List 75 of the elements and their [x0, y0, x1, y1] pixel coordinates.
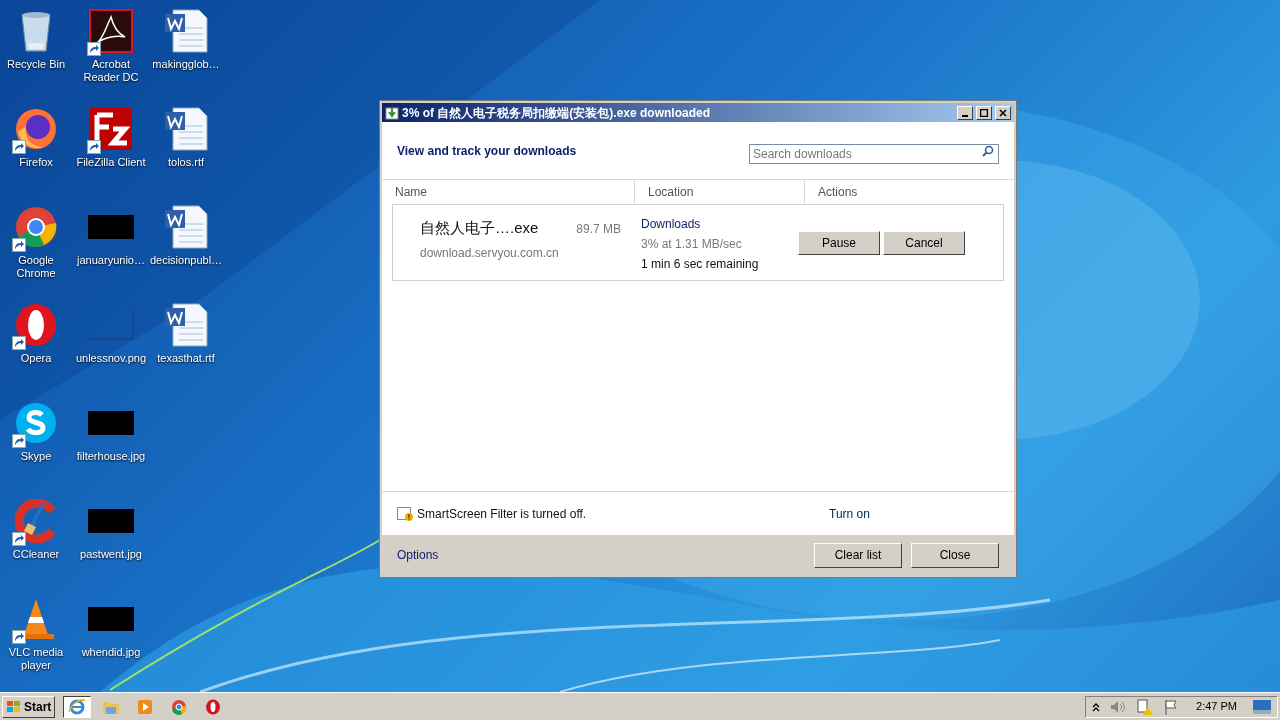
desktop-icon-label[interactable]: unlessnov.png	[75, 352, 147, 365]
image-thumbnail-icon	[88, 607, 134, 631]
close-icon	[999, 108, 1007, 117]
firefox-icon	[14, 107, 58, 151]
dialog-button[interactable]: Close	[911, 542, 999, 568]
start-button[interactable]: Start	[2, 695, 56, 718]
search-icon	[982, 144, 994, 157]
maximize-button[interactable]	[976, 105, 992, 120]
word-document-icon	[163, 204, 209, 250]
play-icon	[137, 698, 154, 715]
desktop-icon-label[interactable]: pastwent.jpg	[80, 548, 142, 561]
desktop-icon-label[interactable]: VLC media player	[0, 646, 72, 672]
turn-on-link[interactable]: Turn on	[829, 504, 870, 523]
source-url: download.servyou.com.cn	[420, 244, 560, 262]
desktop-icon-label[interactable]: tolos.rtf	[167, 156, 205, 169]
time-remaining: 1 min 6 sec remaining	[641, 257, 760, 272]
minimize-button[interactable]	[957, 105, 973, 120]
window-title: 3% of 自然人电子税务局扣缴端(安装包).exe downloaded	[402, 104, 711, 122]
opera-icon	[205, 698, 222, 715]
desktop-icon-label[interactable]: januaryunio…	[77, 254, 145, 267]
heading: View and track your downloads	[397, 142, 577, 160]
file-name: 自然人电子….exe	[420, 218, 539, 238]
desktop-icon-label[interactable]: FileZilla Client	[76, 156, 146, 169]
taskbar-button[interactable]	[63, 695, 92, 718]
image-thumbnail-icon	[88, 411, 134, 435]
windows-logo-icon	[6, 699, 22, 714]
chevron-up-icon[interactable]	[1092, 701, 1101, 712]
desktop-icon-label[interactable]: Google Chrome	[0, 254, 72, 280]
chrome-icon	[14, 205, 58, 249]
column-header[interactable]: Location	[635, 180, 805, 204]
download-action-button[interactable]: Pause	[798, 231, 880, 255]
column-header[interactable]: Name	[382, 180, 635, 204]
skype-icon	[14, 401, 58, 445]
column-header[interactable]: Actions	[805, 180, 1014, 204]
chrome-icon	[171, 698, 188, 715]
desktop-icon-label[interactable]: whendid.jpg	[81, 646, 141, 659]
opera-icon	[14, 303, 58, 347]
show-desktop-icon[interactable]	[1253, 699, 1271, 714]
download-action-button[interactable]: Cancel	[883, 231, 965, 255]
close-button[interactable]	[995, 105, 1011, 120]
search-field[interactable]: Search downloads	[749, 143, 999, 164]
desktop-icon-label[interactable]: Recycle Bin	[6, 58, 66, 71]
flag-icon[interactable]	[1164, 698, 1179, 715]
download-icon	[385, 105, 399, 120]
network-warning-icon[interactable]	[1136, 698, 1155, 715]
desktop-icon-label[interactable]: makingglob…	[152, 58, 220, 71]
desktop-icon-label[interactable]: filterhouse.jpg	[76, 450, 146, 463]
minimize-icon	[962, 114, 968, 117]
filezilla-icon	[89, 107, 133, 151]
word-document-icon	[163, 8, 209, 54]
internet-explorer-icon	[68, 697, 87, 716]
progress-text: 3% at 1.31 MB/sec	[641, 237, 743, 252]
desktop-icon-label[interactable]: Opera	[20, 352, 52, 365]
smartscreen-message: SmartScreen Filter is turned off.	[417, 505, 588, 523]
desktop-icon-label[interactable]: decisionpubl…	[149, 254, 223, 267]
desktop-icon-label[interactable]: Firefox	[19, 156, 53, 169]
desktop-icon-label[interactable]: texasthat.rtf	[157, 352, 215, 365]
maximize-icon	[980, 108, 988, 117]
desktop-icon-label[interactable]: CCleaner	[12, 548, 60, 561]
desktop-icon-label[interactable]: Skype	[20, 450, 52, 463]
location-link[interactable]: Downloads	[641, 217, 798, 232]
acrobat-icon	[89, 9, 133, 53]
ccleaner-icon	[14, 499, 58, 543]
options-link[interactable]: Options	[397, 546, 814, 564]
warning-icon	[397, 505, 414, 522]
image-thumbnail-icon	[88, 509, 134, 533]
dialog-button[interactable]: Clear list	[814, 542, 902, 568]
word-document-icon	[163, 302, 209, 348]
image-thumbnail-icon	[88, 310, 134, 340]
clock[interactable]: 2:47 PM	[1196, 698, 1237, 715]
desktop-icon-label[interactable]: Acrobat Reader DC	[75, 58, 147, 84]
download-item[interactable]: 自然人电子….exe 89.7 MB download.servyou.com.cn Downloads 3% at 1.31 MB/sec 1 min 6 sec remaining Pause Cancel	[392, 204, 1004, 281]
image-thumbnail-icon	[88, 215, 134, 239]
word-document-icon	[163, 106, 209, 152]
file-size: 89.7 MB	[576, 221, 621, 238]
